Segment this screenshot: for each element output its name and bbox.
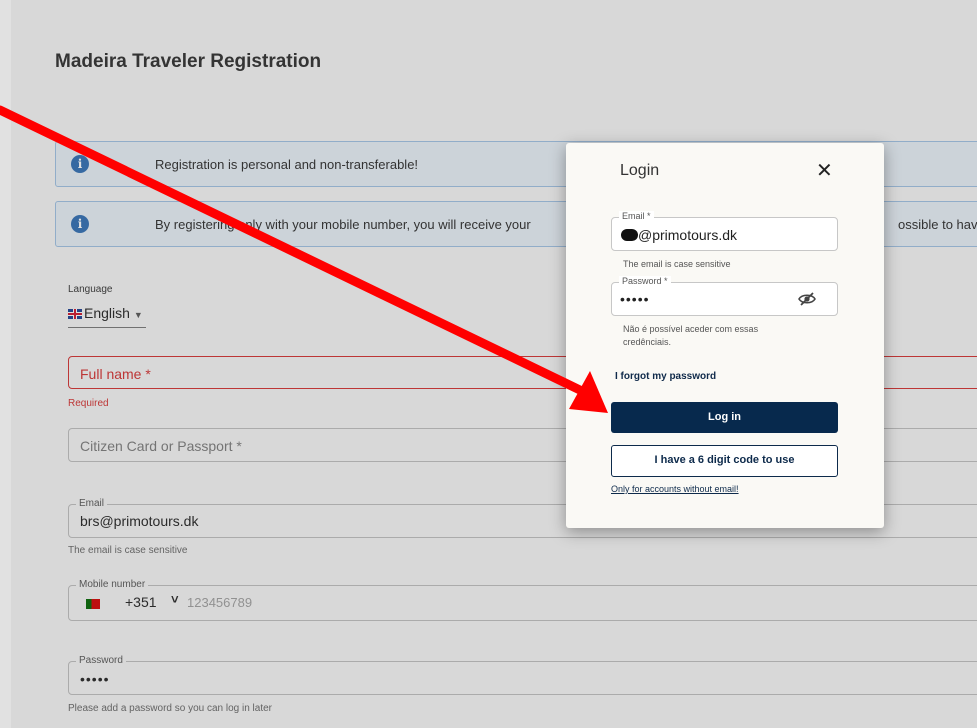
eye-off-icon[interactable] xyxy=(798,291,816,307)
password-label: Password * xyxy=(619,276,671,286)
redacted-mark xyxy=(621,229,638,241)
six-digit-code-button[interactable]: I have a 6 digit code to use xyxy=(611,445,838,477)
login-button[interactable]: Log in xyxy=(611,402,838,433)
password-field[interactable]: Password * ••••• xyxy=(611,276,838,316)
forgot-password-link[interactable]: I forgot my password xyxy=(615,371,716,382)
code-note-link[interactable]: Only for accounts without email! xyxy=(611,484,739,494)
page: Madeira Traveler Registration i Registra… xyxy=(0,0,977,728)
password-value: ••••• xyxy=(620,291,650,307)
email-helper: The email is case sensitive xyxy=(623,259,731,269)
password-error-line1: Não é possível aceder com essas xyxy=(623,324,759,334)
login-dialog: Login ✕ Email * @primotours.dk The email… xyxy=(566,143,884,528)
password-error-line2: credênciais. xyxy=(623,337,672,347)
close-icon[interactable]: ✕ xyxy=(816,161,833,181)
email-label: Email * xyxy=(619,211,654,221)
email-field[interactable]: Email * @primotours.dk xyxy=(611,211,838,251)
email-value: @primotours.dk xyxy=(621,227,737,243)
dialog-title: Login xyxy=(620,162,660,179)
email-value-text: @primotours.dk xyxy=(638,227,738,243)
password-error: Não é possível aceder com essas credênci… xyxy=(623,323,758,349)
